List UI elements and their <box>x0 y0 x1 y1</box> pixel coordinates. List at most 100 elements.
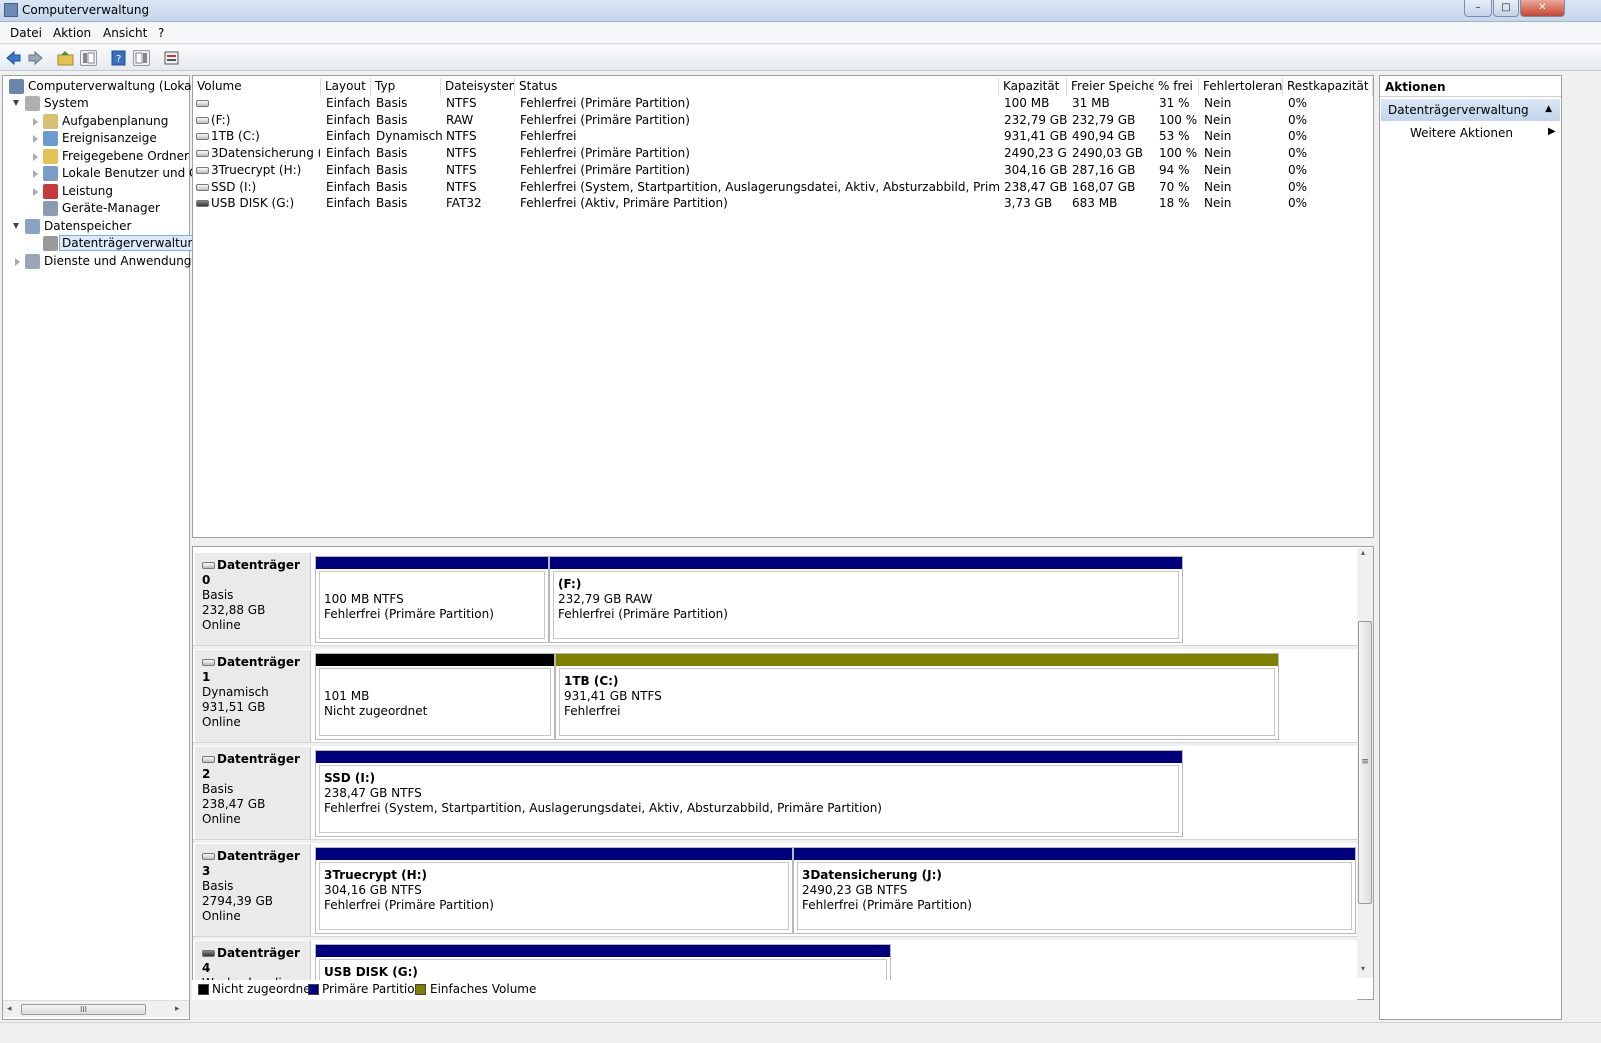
minimize-button[interactable]: – <box>1464 0 1492 17</box>
up-folder-icon[interactable] <box>57 50 74 66</box>
hard-disk-icon <box>202 853 215 860</box>
tree-item-8[interactable]: Datenspeicher <box>3 218 189 236</box>
partition-type-bar <box>556 654 1278 666</box>
actions-section-disk-management[interactable]: Datenträgerverwaltung ▲ <box>1381 99 1560 121</box>
close-button[interactable]: ✕ <box>1520 0 1565 17</box>
back-icon[interactable] <box>5 50 22 66</box>
expand-arrow-icon[interactable] <box>33 170 38 178</box>
table-cell: 0% <box>1288 146 1308 161</box>
more-actions-item[interactable]: Weitere Aktionen <box>1410 126 1513 140</box>
tree-item-10[interactable]: Dienste und Anwendungen <box>3 253 206 271</box>
table-cell: 3Datensicherung (J:) <box>196 146 320 163</box>
scroll-thumb[interactable]: III <box>21 1004 146 1015</box>
partition-block[interactable]: 101 MB Nicht zugeordnet <box>315 653 555 740</box>
scroll-right-icon[interactable]: ▸ <box>175 1004 180 1014</box>
table-cell: Einfach <box>326 112 371 127</box>
disk-type: Basis <box>202 588 234 602</box>
volume-name: 3Truecrypt (H:) <box>211 162 302 177</box>
legend-swatch-primary <box>308 984 319 995</box>
storage-icon <box>25 219 40 234</box>
help-icon[interactable]: ? <box>110 50 127 66</box>
disk-type: Basis <box>202 879 234 893</box>
volume-name: 1TB (C:) <box>211 129 260 144</box>
table-row[interactable]: SSD (I:) Einfach Basis NTFS Fehlerfrei (Syst… <box>193 180 1373 197</box>
disk-label[interactable]: Datenträger 1 Dynamisch 931,51 GB Online <box>195 650 311 742</box>
partition-block[interactable]: 3Truecrypt (H:) 304,16 GB NTFS Fehlerfrei … <box>315 847 793 934</box>
forward-icon[interactable] <box>27 50 44 66</box>
partition-size: 2490,23 GB NTFS <box>802 883 908 897</box>
maximize-button[interactable]: □ <box>1493 0 1519 17</box>
volume-name: 3Datensicherung (J:) <box>211 146 320 161</box>
partition-block[interactable]: 100 MB NTFS Fehlerfrei (Primäre Partition… <box>315 556 549 643</box>
menu-aktion[interactable]: Aktion <box>53 26 91 40</box>
column-header[interactable]: Kapazität <box>999 78 1067 96</box>
partition-size: 100 MB NTFS <box>324 592 404 606</box>
expand-arrow-icon[interactable] <box>33 118 38 126</box>
column-header[interactable]: Volume <box>193 78 321 96</box>
window-title: Computerverwaltung <box>22 3 150 17</box>
scroll-up-icon[interactable]: ▴ <box>1361 548 1365 557</box>
partition-block[interactable]: SSD (I:) 238,47 GB NTFS Fehlerfrei (System… <box>315 750 1183 837</box>
collapse-icon[interactable]: ▲ <box>1545 104 1552 114</box>
table-cell: 232,79 GB <box>1072 112 1136 127</box>
tree-item-0[interactable]: Computerverwaltung (Lokal) <box>3 78 200 96</box>
scroll-down-icon[interactable]: ▾ <box>1361 964 1365 973</box>
table-cell: 304,16 GB <box>1004 162 1068 177</box>
disk-size: 238,47 GB <box>202 797 266 811</box>
tree-item-9[interactable]: Datenträgerverwaltung <box>3 235 206 253</box>
tree-item-3[interactable]: Ereignisanzeige <box>3 130 189 148</box>
disk-label[interactable]: Datenträger 0 Basis 232,88 GB Online <box>195 553 311 645</box>
collapse-arrow-icon[interactable] <box>13 100 19 106</box>
collapse-arrow-icon[interactable] <box>13 223 19 229</box>
table-row[interactable]: USB DISK (G:) Einfach Basis FAT32 Fehlerfrei… <box>193 196 1373 213</box>
menu-datei[interactable]: Datei <box>10 26 42 40</box>
tree-item-4[interactable]: Freigegebene Ordner <box>3 148 189 166</box>
partition-status: Fehlerfrei (Primäre Partition) <box>802 898 972 912</box>
disk-label[interactable]: Datenträger 3 Basis 2794,39 GB Online <box>195 844 311 936</box>
clock-icon <box>43 114 58 129</box>
tree-item-2[interactable]: Aufgabenplanung <box>3 113 189 131</box>
column-header[interactable]: Dateisystem <box>441 78 515 96</box>
table-row[interactable]: 3Truecrypt (H:) Einfach Basis NTFS Fehlerfre… <box>193 163 1373 180</box>
column-header[interactable]: Freier Speicher <box>1067 78 1154 96</box>
table-cell: Basis <box>376 179 408 194</box>
show-hide-action-pane-icon[interactable] <box>133 50 150 66</box>
show-hide-console-tree-icon[interactable] <box>80 50 97 66</box>
expand-arrow-icon[interactable] <box>33 153 38 161</box>
partition-block[interactable]: 3Datensicherung (J:) 2490,23 GB NTFS Fehle… <box>793 847 1356 934</box>
disk-label[interactable]: Datenträger 2 Basis 238,47 GB Online <box>195 747 311 839</box>
column-header[interactable]: Typ <box>371 78 441 96</box>
table-row[interactable]: (F:) Einfach Basis RAW Fehlerfrei (Primäre P… <box>193 113 1373 130</box>
table-row[interactable]: 3Datensicherung (J:) Einfach Basis NTFS Fehl… <box>193 146 1373 163</box>
properties-icon[interactable] <box>163 50 180 66</box>
partition-block[interactable]: (F:) 232,79 GB RAW Fehlerfrei (Primäre Par… <box>549 556 1183 643</box>
pane-splitter[interactable] <box>192 538 1374 546</box>
column-header[interactable]: Fehlertoleranz <box>1199 78 1283 96</box>
column-header[interactable]: Layout <box>321 78 371 96</box>
table-row[interactable]: Einfach Basis NTFS Fehlerfrei (Primäre Part… <box>193 96 1373 113</box>
vertical-scrollbar[interactable]: ▴ ≡ ▾ <box>1357 548 1373 978</box>
disk-name: Datenträger 2 <box>202 752 300 781</box>
scroll-left-icon[interactable]: ◂ <box>7 1004 12 1014</box>
table-cell: 100 MB <box>1004 96 1050 110</box>
column-header[interactable]: Restkapazität <box>1283 78 1373 96</box>
expand-arrow-icon[interactable] <box>33 188 38 196</box>
expand-arrow-icon[interactable] <box>33 135 38 143</box>
tree-item-label: Geräte-Manager <box>62 201 160 215</box>
table-row[interactable]: 1TB (C:) Einfach Dynamisch NTFS Fehlerfrei 93… <box>193 129 1373 146</box>
horizontal-scrollbar[interactable]: ◂ III ▸ <box>3 1000 189 1017</box>
tree-item-5[interactable]: Lokale Benutzer und Gruppen <box>3 165 241 183</box>
submenu-arrow-icon: ▶ <box>1548 126 1556 137</box>
column-header[interactable]: Status <box>515 78 999 96</box>
menu-ansicht[interactable]: Ansicht <box>103 26 147 40</box>
scroll-thumb-vertical[interactable]: ≡ <box>1358 621 1372 904</box>
expand-arrow-icon[interactable] <box>15 258 20 266</box>
menu-help[interactable]: ? <box>158 26 164 40</box>
tree-item-1[interactable]: System <box>3 95 189 113</box>
table-cell: 0% <box>1288 129 1308 144</box>
app-icon <box>4 3 18 17</box>
tree-item-7[interactable]: Geräte-Manager <box>3 200 189 218</box>
tree-item-6[interactable]: Leistung <box>3 183 189 201</box>
partition-block[interactable]: 1TB (C:) 931,41 GB NTFS Fehlerfrei <box>555 653 1279 740</box>
column-header[interactable]: % frei <box>1154 78 1199 96</box>
